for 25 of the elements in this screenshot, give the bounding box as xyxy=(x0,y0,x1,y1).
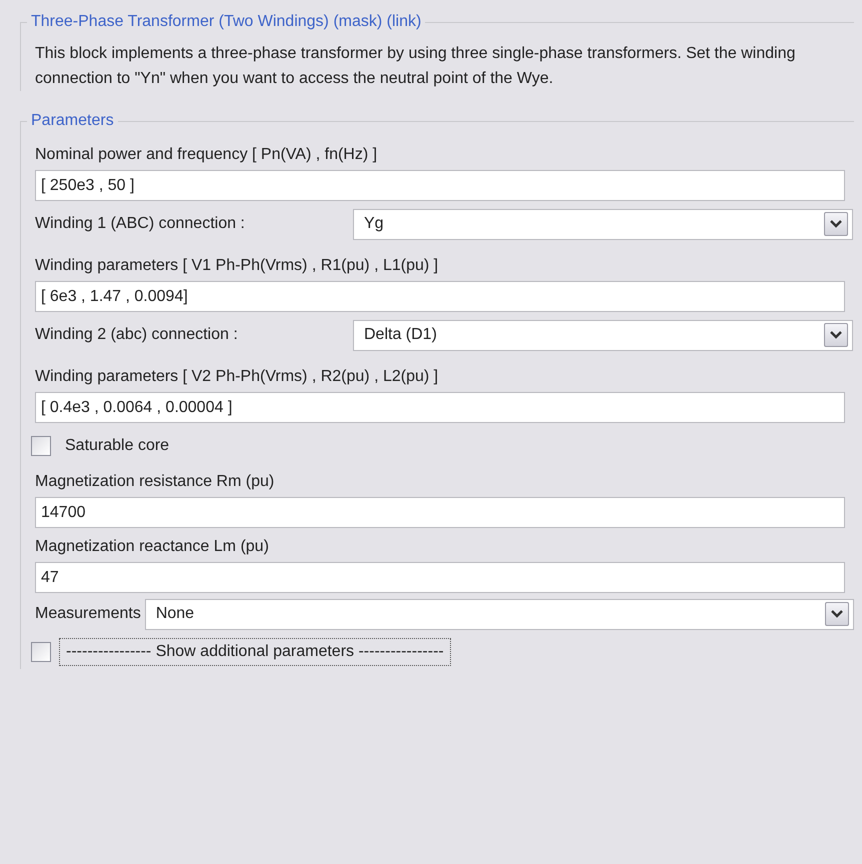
dropdown[interactable]: None xyxy=(144,598,854,630)
field-label: Winding parameters [ V1 Ph-Ph(Vrms) , R1(pu) , L1(pu) ] xyxy=(35,256,440,276)
description-text: This block implements a three-phase transformer by using three single-phase transformers. Set the winding connection to "Yn" when you want to access the neutral point of the Wye. xyxy=(35,44,796,89)
field-label: Magnetization reactance Lm (pu) xyxy=(35,537,270,557)
field-label: Winding parameters [ V2 Ph-Ph(Vrms) , R2(pu) , L2(pu) ] xyxy=(35,367,440,387)
dropdown[interactable]: Delta (D1) xyxy=(353,320,853,350)
chevron-down-icon xyxy=(829,330,843,340)
field-label: Measurements xyxy=(35,604,141,624)
field-label: Winding 2 (abc) connection : xyxy=(35,325,239,345)
input-field[interactable]: 14700 xyxy=(35,497,845,528)
field-label: Nominal power and frequency [ Pn(VA) , fn(Hz) ] xyxy=(35,145,378,165)
group-title: Three-Phase Transformer (Two Windings) (mask) (link) xyxy=(27,12,426,32)
input-field[interactable]: [ 0.4e3 , 0.0064 , 0.00004 ] xyxy=(35,392,845,423)
field-label: Winding 1 (ABC) connection : xyxy=(35,214,246,234)
chevron-down-icon xyxy=(829,219,843,229)
input-field[interactable]: [ 6e3 , 1.47 , 0.0094] xyxy=(35,281,845,312)
field-label: Magnetization resistance Rm (pu) xyxy=(35,472,276,492)
checkbox-label: Saturable core xyxy=(65,436,170,456)
chevron-down-icon xyxy=(830,609,844,619)
input-field[interactable]: 47 xyxy=(35,562,845,593)
checkbox[interactable] xyxy=(31,642,51,662)
dropdown[interactable]: Yg xyxy=(353,208,853,240)
toggle-button[interactable]: ---------------- Show additional parameters ---------------- xyxy=(59,638,451,666)
checkbox[interactable] xyxy=(31,436,51,456)
input-field[interactable]: [ 250e3 , 50 ] xyxy=(35,170,845,201)
